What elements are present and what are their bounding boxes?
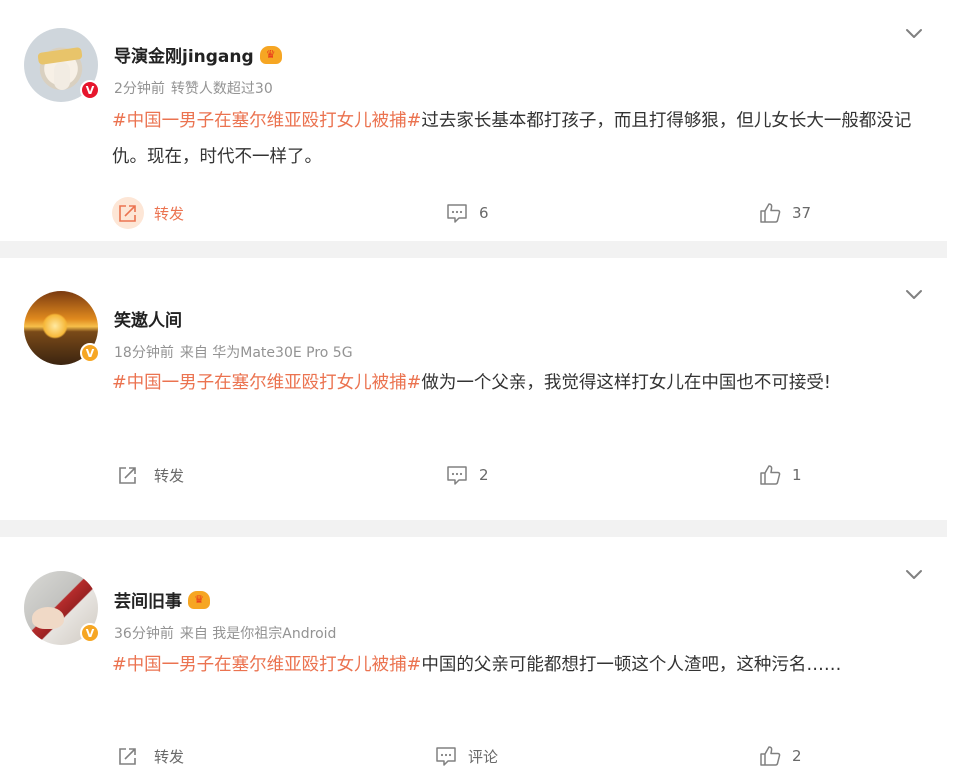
post-meta: 36分钟前 来自 我是你祖宗Android <box>114 623 336 643</box>
username[interactable]: 笑遨人间 <box>114 306 182 331</box>
username-text[interactable]: 导演金刚jingang <box>114 42 254 67</box>
post-time[interactable]: 2分钟前 <box>114 81 165 97</box>
forward-button[interactable]: 转发 <box>112 459 184 491</box>
post-meta: 2分钟前 转赞人数超过30 <box>114 78 273 98</box>
post-time[interactable]: 18分钟前 <box>114 345 174 361</box>
comment-icon <box>436 747 456 766</box>
post-source: 来自 我是你祖宗Android <box>179 626 337 642</box>
comment-button[interactable]: 评论 <box>434 740 498 772</box>
comment-button[interactable]: 2 <box>445 459 489 491</box>
post-card: V 笑遨人间 18分钟前 来自 华为Mate30E Pro 5G #中国一男子在塞… <box>0 258 947 520</box>
action-bar: 转发 2 1 <box>0 459 947 491</box>
post-source: 转赞人数超过30 <box>170 81 273 97</box>
comment-icon <box>447 204 467 223</box>
chevron-down-icon[interactable] <box>903 22 925 44</box>
action-bar: 转发 评论 2 <box>0 740 947 772</box>
comment-button[interactable]: 6 <box>445 197 489 229</box>
username[interactable]: 芸间旧事 ♛ <box>114 587 210 612</box>
chevron-down-icon[interactable] <box>903 563 925 585</box>
verified-badge-icon: V <box>80 343 100 363</box>
like-button[interactable]: 2 <box>758 740 802 772</box>
card-separator <box>0 520 947 537</box>
comment-count: 6 <box>479 204 489 222</box>
card-separator <box>0 241 947 258</box>
post-text: #中国一男子在塞尔维亚殴打女儿被捕#中国的父亲可能都想打一顿这个人渣吧，这种污名… <box>112 647 922 683</box>
post-content: 中国的父亲可能都想打一顿这个人渣吧，这种污名…… <box>421 655 842 675</box>
forward-label: 转发 <box>154 204 185 223</box>
like-button[interactable]: 37 <box>758 197 811 229</box>
username[interactable]: 导演金刚jingang ♛ <box>114 42 282 67</box>
weibo-comment-feed: V 导演金刚jingang ♛ 2分钟前 转赞人数超过30 #中国一男子在塞尔维亚… <box>0 0 953 774</box>
thumbs-up-icon <box>760 203 781 223</box>
comment-count: 2 <box>479 466 489 484</box>
crown-icon: ♛ <box>188 590 210 609</box>
username-text[interactable]: 芸间旧事 <box>114 587 182 612</box>
post-meta: 18分钟前 来自 华为Mate30E Pro 5G <box>114 342 353 362</box>
topic-link[interactable]: #中国一男子在塞尔维亚殴打女儿被捕# <box>112 111 421 131</box>
forward-button[interactable]: 转发 <box>112 197 184 229</box>
avatar[interactable]: V <box>24 28 100 102</box>
username-text[interactable]: 笑遨人间 <box>114 306 182 331</box>
like-count: 37 <box>792 204 812 222</box>
post-card: V 芸间旧事 ♛ 36分钟前 来自 我是你祖宗Android #中国一男子在塞尔维… <box>0 537 947 774</box>
topic-link[interactable]: #中国一男子在塞尔维亚殴打女儿被捕# <box>112 655 421 675</box>
verified-badge-icon: V <box>80 623 100 643</box>
forward-icon <box>112 459 144 491</box>
topic-link[interactable]: #中国一男子在塞尔维亚殴打女儿被捕# <box>112 373 421 393</box>
post-content: 做为一个父亲，我觉得这样打女儿在中国也不可接受! <box>421 373 831 393</box>
thumbs-up-icon <box>760 465 781 485</box>
thumbs-up-icon <box>760 746 781 766</box>
post-card: V 导演金刚jingang ♛ 2分钟前 转赞人数超过30 #中国一男子在塞尔维亚… <box>0 0 947 241</box>
avatar[interactable]: V <box>24 291 100 365</box>
like-count: 2 <box>792 747 802 765</box>
post-source: 来自 华为Mate30E Pro 5G <box>179 345 353 361</box>
forward-label: 转发 <box>154 747 185 766</box>
like-button[interactable]: 1 <box>758 459 802 491</box>
forward-button[interactable]: 转发 <box>112 740 184 772</box>
post-text: #中国一男子在塞尔维亚殴打女儿被捕#过去家长基本都打孩子，而且打得够狠，但儿女长… <box>112 103 922 175</box>
comment-label: 评论 <box>468 747 499 766</box>
post-text: #中国一男子在塞尔维亚殴打女儿被捕#做为一个父亲，我觉得这样打女儿在中国也不可接… <box>112 365 922 401</box>
action-bar: 转发 6 37 <box>0 197 947 229</box>
crown-icon: ♛ <box>259 45 282 64</box>
forward-icon <box>112 197 144 229</box>
verified-badge-icon: V <box>80 80 100 100</box>
forward-icon <box>112 740 144 772</box>
avatar[interactable]: V <box>24 571 100 645</box>
comment-icon <box>447 466 467 485</box>
forward-label: 转发 <box>154 466 185 485</box>
post-time[interactable]: 36分钟前 <box>114 626 174 642</box>
like-count: 1 <box>792 466 802 484</box>
chevron-down-icon[interactable] <box>903 283 925 305</box>
